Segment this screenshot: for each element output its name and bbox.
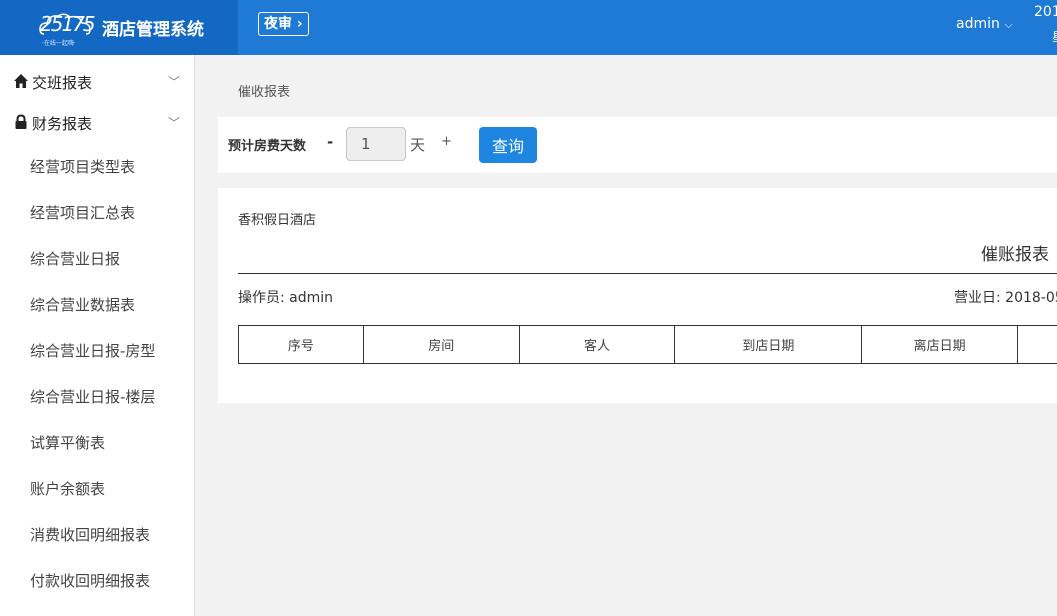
sidebar-item[interactable]: 消费收回明细报表 [0,511,195,557]
sidebar-item[interactable]: 账户余额表 [0,465,195,511]
breadcrumb: 催收报表 [238,85,291,100]
sidebar-item[interactable]: 综合营业日报-房型 [0,327,195,373]
days-unit: 天 [410,136,426,154]
sidebar-group-label: 财务报表 [32,115,93,133]
operator-info: 操作员: admin [238,290,334,306]
table-header-row: 序号 房间 客人 到店日期 离店日期 [238,325,1057,364]
sidebar-item-label: 账户余额表 [30,480,106,498]
sidebar-item[interactable]: 综合营业日报-楼层 [0,373,195,419]
sidebar-group-label: 交班报表 [32,74,93,92]
sidebar-item[interactable]: 综合营业日报 [0,235,195,281]
sidebar: 交班报表 ﹀ 财务报表 ﹀ 经营项目类型表 经营项目汇总表 综合营业日报 综合营… [0,55,195,616]
sidebar-item[interactable]: 经营项目类型表 [0,143,195,189]
sidebar-item-label: 综合营业日报-房型 [30,342,156,360]
sidebar-item[interactable]: 试算平衡表 [0,419,195,465]
sidebar-item[interactable]: 经营项目汇总表 [0,189,195,235]
weekday-display: 星 [1052,28,1057,45]
brand-area: 25175 ·在线一起嗨· 酒店管理系统 [0,0,238,55]
top-bar: 25175 ·在线一起嗨· 酒店管理系统 夜审 › admin ⌵ 201 星 [0,0,1057,55]
sidebar-item[interactable]: 付款收回明细报表 [0,557,195,603]
increment-button[interactable]: + [441,134,452,149]
sidebar-item-label: 综合营业日报-楼层 [30,388,156,406]
chevron-down-icon: ⌵ [1004,18,1013,31]
logo-number: 25175 [40,12,96,36]
sidebar-item[interactable]: 综合营业数据表 [0,281,195,327]
sidebar-item-label: 试算平衡表 [30,434,106,452]
sidebar-item-label: 消费收回明细报表 [30,526,151,544]
night-audit-label: 夜审 [264,16,292,32]
logo-tagline: ·在线一起嗨· [42,40,76,47]
sidebar-item-label: 经营项目类型表 [30,158,136,176]
sidebar-item-label: 综合营业数据表 [30,296,136,314]
days-label: 预计房费天数 [228,139,307,154]
col-header-arrival: 到店日期 [674,325,863,364]
user-menu[interactable]: admin ⌵ [956,16,1013,32]
chevron-right-icon: › [296,16,303,32]
col-header-guest: 客人 [518,325,676,364]
divider [238,273,1057,274]
sidebar-group-shift-report[interactable]: 交班报表 ﹀ [0,61,195,101]
query-button[interactable]: 查询 [479,127,537,163]
col-header-departure: 离店日期 [861,325,1019,364]
col-header-room: 房间 [362,325,520,364]
business-date: 营业日: 2018-05 [954,290,1057,306]
filter-bar: 预计房费天数 - 天 + 查询 [218,117,1057,173]
date-display: 201 [1034,4,1057,20]
chevron-down-icon: ﹀ [168,116,181,130]
hotel-name: 香积假日酒店 [238,213,317,228]
logo: 25175 ·在线一起嗨· [38,10,96,47]
sidebar-item-label: 经营项目汇总表 [30,204,136,222]
sidebar-item-label: 综合营业日报 [30,250,121,268]
report-table: 序号 房间 客人 到店日期 离店日期 [238,325,1057,364]
decrement-button[interactable]: - [327,133,333,151]
col-header-index: 序号 [238,325,364,364]
app-title: 酒店管理系统 [102,20,204,40]
sidebar-group-finance-report[interactable]: 财务报表 ﹀ [0,102,195,142]
col-header-extra [1017,325,1057,364]
days-input[interactable] [346,127,406,161]
night-audit-button[interactable]: 夜审 › [258,12,309,36]
home-icon [14,74,28,88]
report-title: 催账报表 [981,245,1049,265]
lock-icon [15,114,27,129]
sidebar-item-label: 付款收回明细报表 [30,572,151,590]
report-panel: 香积假日酒店 催账报表 操作员: admin 营业日: 2018-05 序号 房… [218,188,1057,403]
chevron-down-icon: ﹀ [168,75,181,89]
user-name: admin [956,16,1000,32]
